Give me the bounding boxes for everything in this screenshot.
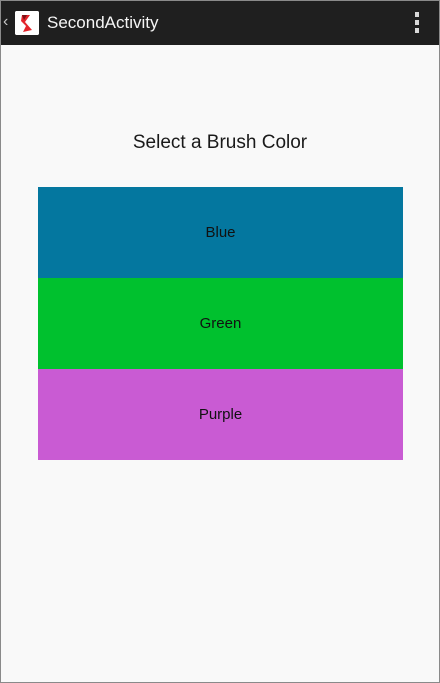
app-logo-icon[interactable] [15, 11, 39, 35]
blue-color-label: Blue [205, 224, 236, 241]
overflow-dot-icon [415, 28, 419, 33]
overflow-dot-icon [415, 12, 419, 17]
blue-color-button[interactable]: Blue [38, 187, 403, 278]
activity-title: SecondActivity [47, 13, 159, 32]
overflow-menu-icon[interactable] [413, 12, 421, 36]
green-color-button[interactable]: Green [38, 278, 403, 369]
app-screen: ‹ SecondActivity Select a Brush Color Bl… [0, 0, 440, 683]
chevron-left-icon[interactable]: ‹ [3, 10, 13, 34]
app-logo-svg [15, 11, 39, 35]
brush-color-heading: Select a Brush Color [132, 132, 308, 153]
purple-color-button[interactable]: Purple [38, 369, 403, 460]
purple-color-label: Purple [198, 406, 243, 423]
action-bar: ‹ SecondActivity [1, 1, 439, 45]
overflow-dot-icon [415, 20, 419, 25]
green-color-label: Green [199, 315, 242, 332]
